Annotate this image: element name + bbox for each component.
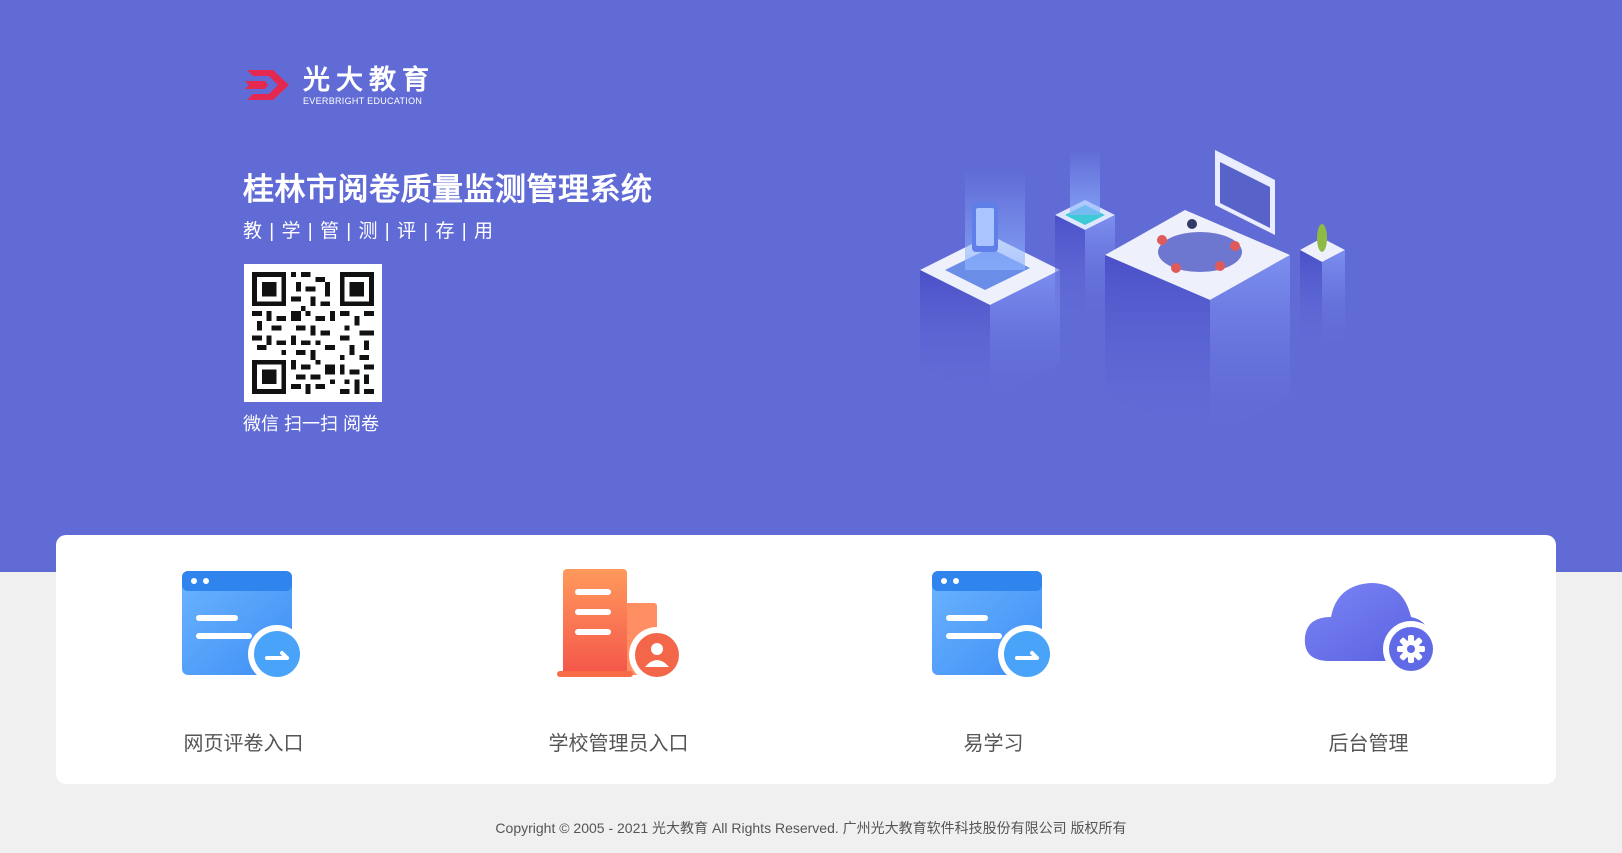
cloud-gear-icon xyxy=(1304,583,1439,677)
wechat-qr-code xyxy=(244,264,382,402)
entry-panel: 网页评卷入口 学校管理员入口 易学习 后台管理 xyxy=(56,535,1556,784)
entry-web-marking[interactable]: 网页评卷入口 xyxy=(56,535,431,784)
browser-arrow-icon xyxy=(931,571,1056,683)
footer-copyright: Copyright © 2005 - 2021 光大教育 All Rights … xyxy=(495,820,1127,836)
page-title: 桂林市阅卷质量监测管理系统 xyxy=(243,172,653,207)
brand-name-cn: 光大教育 xyxy=(303,64,435,95)
browser-arrow-icon xyxy=(181,571,306,683)
entry-backend-admin[interactable]: 后台管理 xyxy=(1181,535,1556,784)
brand-name-en: EVERBRIGHT EDUCATION xyxy=(303,95,423,106)
building-user-icon xyxy=(556,569,685,683)
entry-easy-learning[interactable]: 易学习 xyxy=(806,535,1181,784)
entry-label: 网页评卷入口 xyxy=(183,733,304,755)
brand-logo: 光大教育 EVERBRIGHT EDUCATION xyxy=(243,64,435,106)
page-subtitle: 教 | 学 | 管 | 测 | 评 | 存 | 用 xyxy=(243,221,494,242)
entry-label: 学校管理员入口 xyxy=(548,733,689,755)
entry-label: 易学习 xyxy=(963,733,1024,755)
entry-school-admin[interactable]: 学校管理员入口 xyxy=(431,535,806,784)
hero-banner: 光大教育 EVERBRIGHT EDUCATION 桂林市阅卷质量监测管理系统 … xyxy=(0,0,1622,572)
campus-isometric-illustration xyxy=(920,150,1345,440)
entry-label: 后台管理 xyxy=(1328,733,1409,755)
qr-caption: 微信 扫一扫 阅卷 xyxy=(243,414,380,434)
qr-code-icon xyxy=(252,272,374,394)
brand-mark-icon xyxy=(245,70,289,100)
